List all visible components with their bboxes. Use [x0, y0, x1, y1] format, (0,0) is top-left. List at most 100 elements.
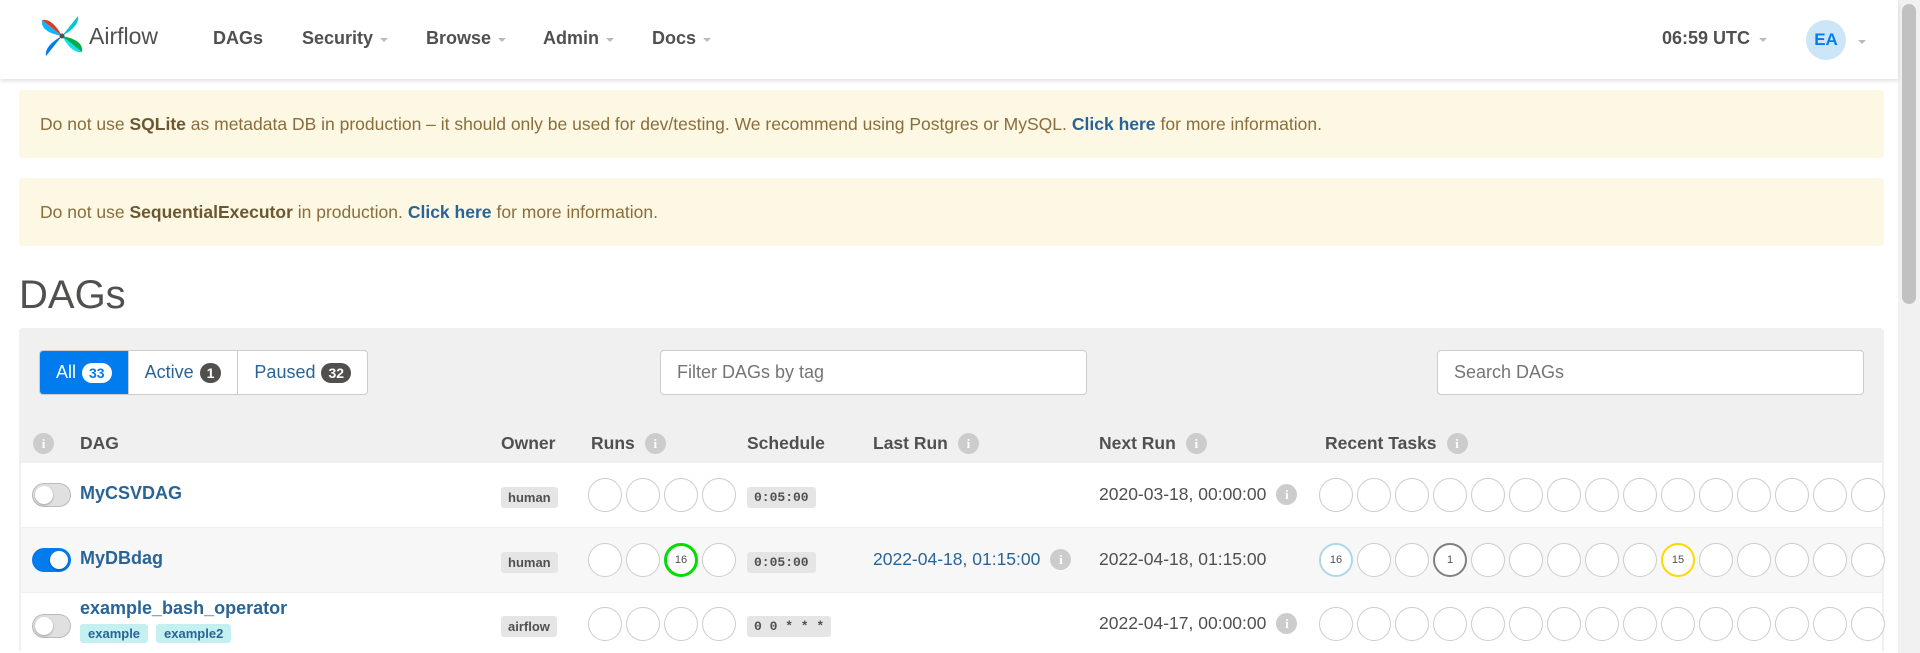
filter-paused-button[interactable]: Paused 32 [238, 351, 367, 394]
task-state-circle[interactable] [1775, 607, 1809, 641]
run-state-circle[interactable] [702, 478, 736, 512]
task-state-circle[interactable] [1395, 478, 1429, 512]
alert-click-here-link[interactable]: Click here [408, 202, 492, 223]
task-state-circle[interactable] [1547, 478, 1581, 512]
run-state-circle[interactable] [702, 543, 736, 577]
nav-dags[interactable]: DAGs [213, 28, 263, 49]
column-header-next-run[interactable]: Next Run i [1099, 428, 1207, 458]
nav-admin[interactable]: Admin [543, 28, 614, 49]
dag-name-link[interactable]: MyDBdag [80, 548, 163, 569]
schedule-badge[interactable]: 0 0 * * * [747, 616, 832, 637]
task-state-circle[interactable] [1471, 607, 1505, 641]
run-state-circle[interactable] [626, 478, 660, 512]
task-state-circle[interactable] [1585, 543, 1619, 577]
task-state-circle[interactable] [1547, 543, 1581, 577]
task-state-circle[interactable] [1433, 607, 1467, 641]
task-state-circle[interactable] [1357, 607, 1391, 641]
task-state-circle[interactable] [1319, 478, 1353, 512]
task-state-circle[interactable] [1851, 478, 1885, 512]
task-state-circle[interactable] [1357, 478, 1391, 512]
info-icon[interactable]: i [957, 432, 979, 454]
filter-all-button[interactable]: All 33 [40, 351, 129, 394]
info-icon[interactable]: i [1276, 613, 1298, 634]
schedule-badge[interactable]: 0:05:00 [747, 487, 816, 508]
task-state-circle[interactable] [1737, 543, 1771, 577]
brand-name[interactable]: Airflow [89, 23, 158, 50]
run-state-circle[interactable] [588, 607, 622, 641]
header-info[interactable]: i [33, 428, 54, 458]
task-state-circle-upstream-failed[interactable]: 1 [1433, 543, 1467, 577]
dag-tag[interactable]: example [80, 624, 149, 643]
dag-tag[interactable]: example2 [156, 624, 232, 643]
task-state-circle-up-for-retry[interactable]: 15 [1661, 543, 1695, 577]
run-state-circle[interactable] [626, 543, 660, 577]
info-icon[interactable]: i [33, 432, 54, 454]
dag-pause-toggle[interactable] [32, 614, 71, 638]
filter-active-button[interactable]: Active 1 [129, 351, 239, 394]
nav-browse[interactable]: Browse [426, 28, 507, 49]
task-state-circle[interactable] [1851, 543, 1885, 577]
task-state-circle[interactable] [1775, 478, 1809, 512]
run-state-circle[interactable] [702, 607, 736, 641]
task-state-circle[interactable] [1509, 478, 1543, 512]
run-state-circle[interactable] [626, 607, 660, 641]
task-state-circle[interactable] [1471, 543, 1505, 577]
task-state-circle[interactable] [1509, 543, 1543, 577]
search-dags-input[interactable] [1437, 350, 1864, 395]
task-state-circle[interactable] [1319, 607, 1353, 641]
column-header-owner[interactable]: Owner [501, 428, 555, 458]
task-state-circle[interactable] [1585, 478, 1619, 512]
scrollbar-thumb[interactable] [1902, 4, 1916, 304]
dag-name-link[interactable]: example_bash_operator [80, 598, 287, 619]
dag-pause-toggle[interactable] [32, 548, 71, 572]
info-icon[interactable]: i [1276, 484, 1298, 505]
info-icon[interactable]: i [644, 432, 666, 454]
task-state-circle[interactable] [1775, 543, 1809, 577]
task-state-circle[interactable] [1737, 607, 1771, 641]
run-state-circle-success[interactable]: 16 [664, 543, 698, 577]
schedule-badge[interactable]: 0:05:00 [747, 552, 816, 573]
task-state-circle[interactable] [1623, 607, 1657, 641]
info-icon[interactable]: i [1050, 549, 1072, 570]
page-scrollbar[interactable] [1898, 0, 1920, 653]
task-state-circle[interactable] [1433, 478, 1467, 512]
last-run-value[interactable]: 2022-04-18, 01:15:00 [873, 549, 1040, 570]
info-icon[interactable]: i [1185, 432, 1207, 454]
run-state-circle[interactable] [588, 478, 622, 512]
run-state-circle[interactable] [664, 607, 698, 641]
run-state-circle[interactable] [664, 478, 698, 512]
task-state-circle[interactable] [1585, 607, 1619, 641]
run-state-circle[interactable] [588, 543, 622, 577]
nav-security[interactable]: Security [302, 28, 389, 49]
task-state-circle[interactable] [1813, 543, 1847, 577]
task-state-circle[interactable] [1699, 543, 1733, 577]
task-state-circle[interactable] [1623, 543, 1657, 577]
task-state-circle[interactable] [1699, 478, 1733, 512]
task-state-circle[interactable] [1623, 478, 1657, 512]
alert-click-here-link[interactable]: Click here [1072, 114, 1156, 135]
task-state-circle-queued[interactable]: 16 [1319, 543, 1353, 577]
task-state-circle[interactable] [1509, 607, 1543, 641]
last-run-date[interactable]: 2022-04-18, 01:15:00 i [873, 549, 1072, 570]
user-menu-chevron-icon[interactable] [1858, 40, 1866, 44]
task-state-circle[interactable] [1547, 607, 1581, 641]
task-state-circle[interactable] [1395, 607, 1429, 641]
task-state-circle[interactable] [1699, 607, 1733, 641]
task-state-circle[interactable] [1813, 607, 1847, 641]
column-header-dag[interactable]: DAG [80, 428, 119, 458]
task-state-circle[interactable] [1737, 478, 1771, 512]
task-state-circle[interactable] [1471, 478, 1505, 512]
user-avatar[interactable]: EA [1806, 20, 1846, 60]
nav-docs[interactable]: Docs [652, 28, 712, 49]
task-state-circle[interactable] [1395, 543, 1429, 577]
task-state-circle[interactable] [1851, 607, 1885, 641]
task-state-circle[interactable] [1661, 478, 1695, 512]
airflow-logo-icon[interactable] [38, 12, 86, 60]
dag-name-link[interactable]: MyCSVDAG [80, 483, 182, 504]
dag-pause-toggle[interactable] [32, 483, 71, 507]
task-state-circle[interactable] [1661, 607, 1695, 641]
task-state-circle[interactable] [1357, 543, 1391, 577]
task-state-circle[interactable] [1813, 478, 1847, 512]
tag-filter-input[interactable] [660, 350, 1087, 395]
timezone-dropdown[interactable]: 06:59 UTC [1662, 28, 1768, 49]
